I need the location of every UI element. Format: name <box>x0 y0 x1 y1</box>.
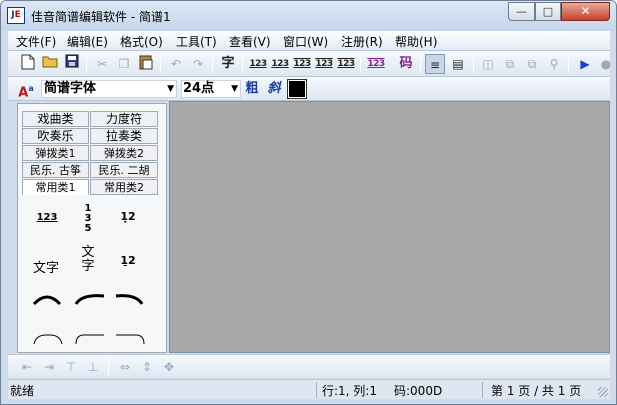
number-style-3-button[interactable]: 123 <box>292 54 312 74</box>
resize-height-icon[interactable]: ⇕ <box>138 358 156 376</box>
font-name-select[interactable]: 简谱字体 ▼ <box>41 80 177 98</box>
minimize-button[interactable]: — <box>508 2 535 21</box>
number-style-purple-button[interactable]: 123 <box>366 54 386 74</box>
tab-plucked-2[interactable]: 弹拨类2 <box>90 145 158 161</box>
align-left-icon[interactable]: ≡ <box>425 54 445 74</box>
resize-grip-icon[interactable] <box>598 387 608 397</box>
symbol-underlined-numbers[interactable]: 123 <box>32 212 62 223</box>
color-button[interactable] <box>287 79 307 99</box>
status-position: 行:1, 列:1 <box>322 384 377 398</box>
tab-plucked-1[interactable]: 弹拨类1 <box>22 145 89 161</box>
close-button[interactable]: ✕ <box>561 2 610 21</box>
bracket-right-icon[interactable] <box>114 332 146 346</box>
char-button[interactable]: 字 <box>218 54 238 74</box>
symbol-palette: 戏曲类 力度符 吹奏乐 拉奏类 弹拨类1 弹拨类2 民乐. 古筝 民乐. 二胡 … <box>17 103 167 353</box>
menu-help[interactable]: 帮助(H) <box>395 33 437 50</box>
ungroup-icon[interactable]: ⧉ <box>522 54 542 74</box>
symbol-lined-numbers[interactable]: 1̱2 <box>116 254 140 267</box>
menu-bar: 文件(F) 编辑(E) 格式(O) 工具(T) 查看(V) 窗口(W) 注册(R… <box>8 31 610 51</box>
open-folder-icon[interactable] <box>40 54 60 74</box>
insert-after-icon[interactable]: ⇥ <box>40 358 58 376</box>
menu-edit[interactable]: 编辑(E) <box>67 33 108 50</box>
tab-dynamics[interactable]: 力度符 <box>90 111 158 127</box>
tab-bowed[interactable]: 拉奏类 <box>90 128 158 144</box>
play-icon[interactable]: ▶ <box>575 54 595 74</box>
tab-wind[interactable]: 吹奏乐 <box>22 128 89 144</box>
app-window: JE 佳音简谱编辑软件 - 简谱1 — □ ✕ 文件(F) 编辑(E) 格式(O… <box>0 0 617 405</box>
stop-icon[interactable]: ● <box>596 54 616 74</box>
font-icon: Aa <box>18 84 34 101</box>
bottom-toolbar: ⇤ ⇥ ⊤ ⊥ ⇔ ⇕ ✥ <box>8 354 610 378</box>
paste-icon[interactable] <box>136 54 156 74</box>
main-toolbar: ✂ ❐ ↶ ↷ 字 123 123 123 123 123 123 码 ≡ ▤ … <box>8 51 611 77</box>
menu-window[interactable]: 窗口(W) <box>283 33 328 50</box>
status-bar: 就绪 行:1, 列:1 码:000D 第 1 页 / 共 1 页 <box>8 379 610 399</box>
cut-icon[interactable]: ✂ <box>92 54 112 74</box>
copy-icon[interactable]: ❐ <box>114 54 134 74</box>
slur-right-icon[interactable] <box>114 292 144 306</box>
resize-both-icon[interactable]: ✥ <box>160 358 178 376</box>
insert-before-icon[interactable]: ⇤ <box>18 358 36 376</box>
number-style-4-button[interactable]: 123 <box>314 54 334 74</box>
slur-left-icon[interactable] <box>74 292 106 306</box>
number-style-2-button[interactable]: 123 <box>270 54 290 74</box>
tab-guzheng[interactable]: 民乐. 古筝 <box>22 162 89 178</box>
tab-opera[interactable]: 戏曲类 <box>22 111 89 127</box>
redo-icon[interactable]: ↷ <box>188 54 208 74</box>
lock-icon[interactable]: ⚲ <box>544 54 564 74</box>
font-size-select[interactable]: 24点 ▼ <box>181 80 241 98</box>
chevron-down-icon: ▼ <box>167 84 174 94</box>
export-icon[interactable]: ◫ <box>478 54 498 74</box>
save-icon[interactable] <box>62 54 82 74</box>
tab-common-2[interactable]: 常用类2 <box>90 179 158 195</box>
status-page: 第 1 页 / 共 1 页 <box>491 384 582 398</box>
symbol-vertical-text[interactable]: 文字 <box>78 246 98 274</box>
menu-view[interactable]: 查看(V) <box>229 33 271 50</box>
code-button[interactable]: 码 <box>396 54 416 74</box>
font-toolbar: Aa 简谱字体 ▼ 24点 ▼ 粗 斜 <box>8 77 610 101</box>
menu-format[interactable]: 格式(O) <box>120 33 163 50</box>
app-logo-icon: JE <box>7 7 25 24</box>
symbol-dotted-numbers[interactable]: 1̣2 <box>116 210 140 223</box>
status-ready: 就绪 <box>10 384 35 398</box>
window-title: 佳音简谱编辑软件 - 简谱1 <box>31 10 171 24</box>
maximize-button[interactable]: □ <box>535 2 561 21</box>
group-icon[interactable]: ⧉ <box>500 54 520 74</box>
new-file-icon[interactable] <box>18 54 38 74</box>
italic-button[interactable]: 斜 <box>264 79 284 99</box>
menu-tools[interactable]: 工具(T) <box>176 33 217 50</box>
number-style-5-button[interactable]: 123 <box>336 54 356 74</box>
color-swatch <box>289 81 305 97</box>
resize-width-icon[interactable]: ⇔ <box>116 358 134 376</box>
symbol-stacked-numbers[interactable]: 135 <box>78 204 98 234</box>
chevron-down-icon: ▼ <box>231 84 238 94</box>
status-code: 码:000D <box>394 384 443 398</box>
menu-register[interactable]: 注册(R) <box>341 33 383 50</box>
menu-file[interactable]: 文件(F) <box>16 33 56 50</box>
page-layout-icon[interactable]: ▤ <box>448 54 468 74</box>
number-style-1-button[interactable]: 123 <box>248 54 268 74</box>
bracket-left-icon[interactable] <box>74 332 106 346</box>
insert-above-icon[interactable]: ⊤ <box>62 358 80 376</box>
bracket-short-icon[interactable] <box>32 332 64 346</box>
title-bar: JE 佳音简谱编辑软件 - 简谱1 — □ ✕ <box>1 1 616 31</box>
slur-short-icon[interactable] <box>32 292 62 306</box>
document-area[interactable] <box>169 101 610 353</box>
bold-button[interactable]: 粗 <box>242 79 262 99</box>
undo-icon[interactable]: ↶ <box>166 54 186 74</box>
tab-erhu[interactable]: 民乐. 二胡 <box>90 162 158 178</box>
symbol-text[interactable]: 文字 <box>26 257 66 276</box>
insert-below-icon[interactable]: ⊥ <box>84 358 102 376</box>
tab-common-1[interactable]: 常用类1 <box>22 179 89 195</box>
